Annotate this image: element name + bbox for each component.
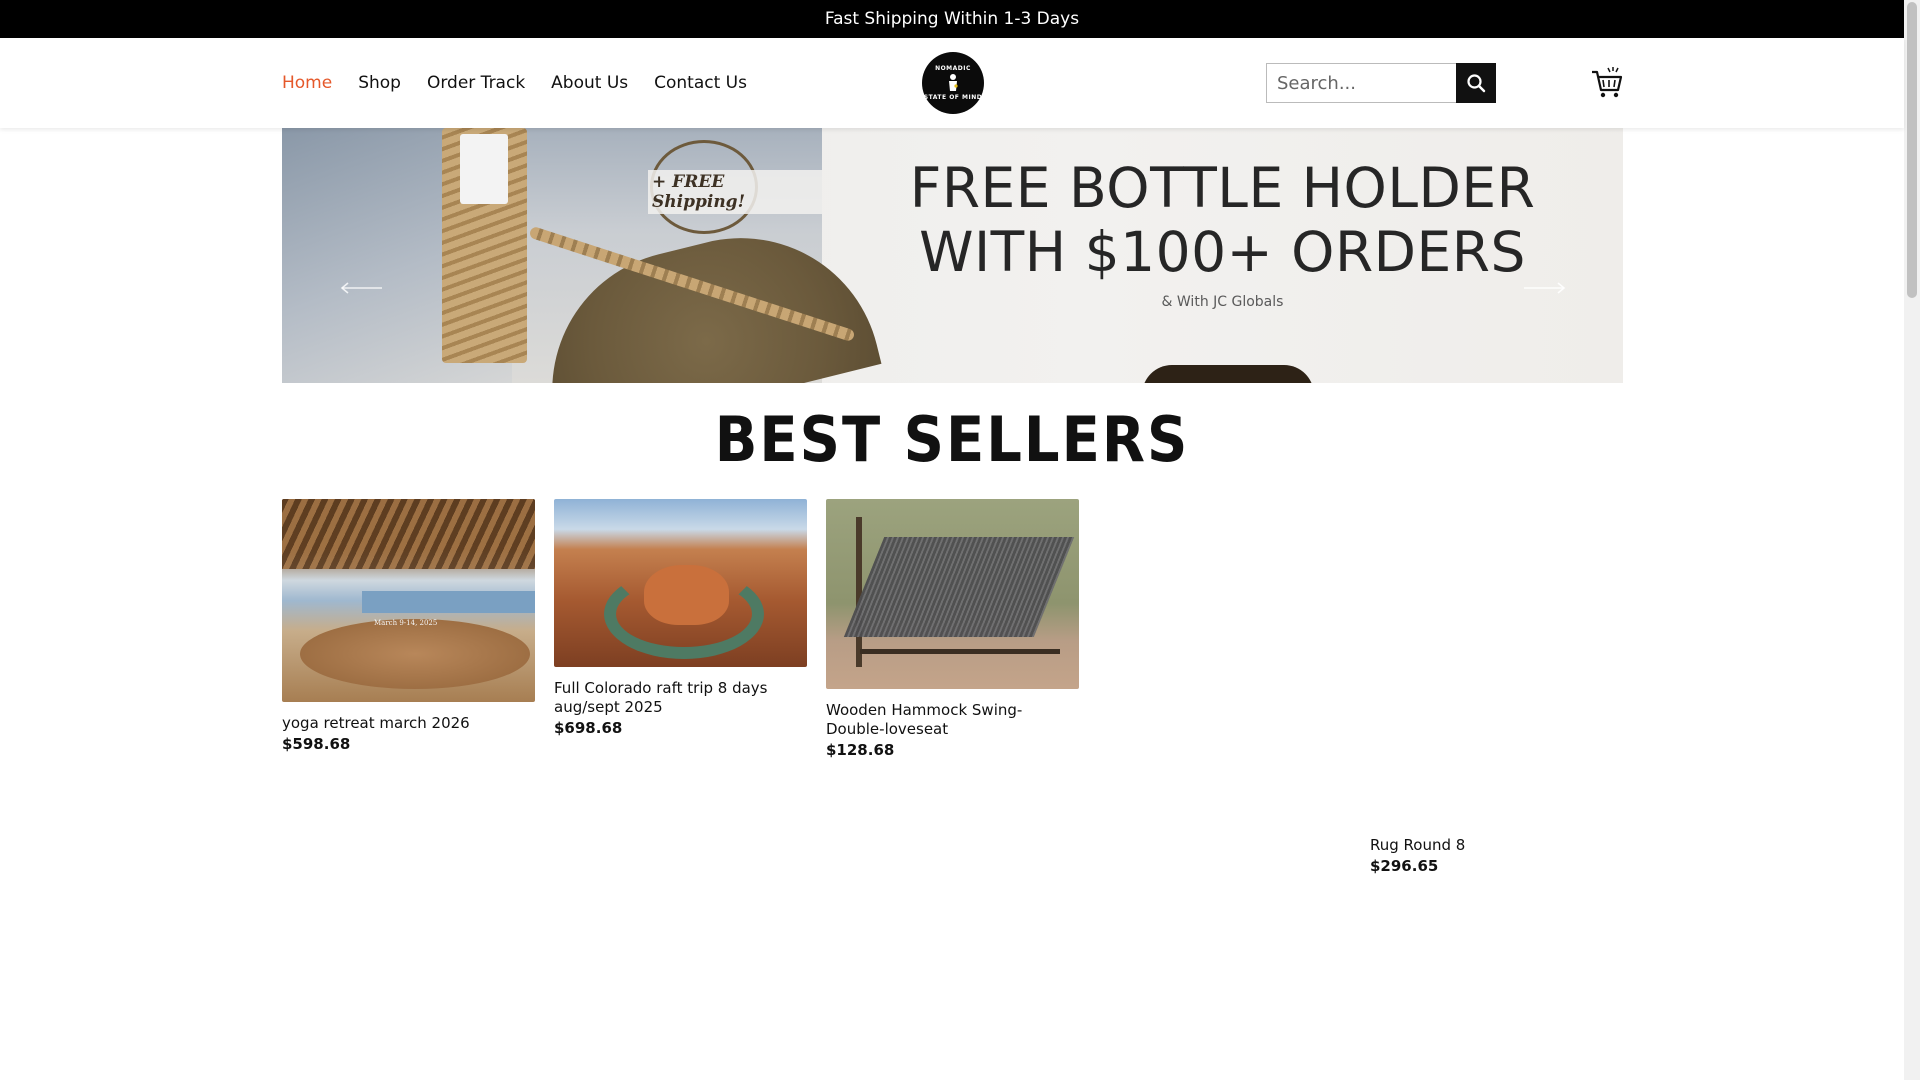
logo-bottom-text: STATE OF MIND: [923, 94, 983, 101]
banner-headline-line2: WITH $100+ ORDERS: [919, 220, 1526, 284]
main-nav: Home Shop Order Track About Us Contact U…: [282, 38, 747, 128]
site-header: Home Shop Order Track About Us Contact U…: [0, 38, 1904, 128]
product-price: $698.68: [554, 719, 623, 737]
announcement-bar: Fast Shipping Within 1-3 Days: [0, 0, 1904, 38]
product-name[interactable]: Wooden Hammock Swing- Double-loveseat: [826, 701, 1079, 739]
banner-photo: + FREE Shipping!: [282, 128, 882, 383]
nav-order-track[interactable]: Order Track: [427, 73, 525, 93]
product-price: $296.65: [1370, 857, 1439, 875]
product-name[interactable]: Full Colorado raft trip 8 days aug/sept …: [554, 679, 807, 717]
search-form: [1266, 63, 1496, 103]
product-name[interactable]: Rug Round 8: [1370, 836, 1623, 855]
product-image-caption: March 9-14, 2025: [374, 619, 438, 627]
product-card-colorado[interactable]: Full Colorado raft trip 8 days aug/sept …: [554, 499, 807, 737]
cart-icon[interactable]: [1590, 66, 1624, 100]
nav-about-us[interactable]: About Us: [551, 73, 628, 93]
banner-headline: FREE BOTTLE HOLDER WITH $100+ ORDERS: [822, 156, 1623, 284]
site-logo[interactable]: NOMADIC STATE OF MIND: [922, 52, 984, 114]
promo-banner[interactable]: + FREE Shipping! FREE BOTTLE HOLDER WITH…: [282, 128, 1623, 383]
banner-bottle-holder: [442, 128, 527, 363]
banner-stamp-text: + FREE Shipping!: [648, 170, 822, 214]
page-scrollbar[interactable]: [1904, 0, 1920, 1080]
scrollbar-thumb[interactable]: [1907, 2, 1917, 298]
nav-contact-us[interactable]: Contact Us: [654, 73, 747, 93]
announcement-text: Fast Shipping Within 1-3 Days: [824, 9, 1080, 29]
product-price: $598.68: [282, 735, 351, 753]
nav-home[interactable]: Home: [282, 73, 332, 93]
nav-shop[interactable]: Shop: [358, 73, 401, 93]
best-sellers-heading: BEST SELLERS: [714, 404, 1190, 477]
product-image-colorado[interactable]: [554, 499, 807, 667]
product-name[interactable]: yoga retreat march 2026: [282, 714, 535, 733]
banner-headline-line1: FREE BOTTLE HOLDER: [909, 156, 1536, 220]
product-card-hammock[interactable]: Wooden Hammock Swing- Double-loveseat $1…: [826, 499, 1079, 759]
banner-subline: & With JC Globals: [1161, 294, 1284, 310]
search-input[interactable]: [1266, 63, 1456, 103]
arrow-right-icon[interactable]: [1522, 282, 1566, 294]
arrow-left-icon[interactable]: [340, 282, 384, 294]
logo-top-text: NOMADIC: [935, 65, 971, 72]
product-image-hammock[interactable]: [826, 499, 1079, 689]
product-card-rug[interactable]: Rug Round 8 $296.65: [1370, 836, 1623, 875]
logo-figure-icon: [949, 74, 958, 91]
banner-cta-button[interactable]: [1142, 365, 1314, 383]
search-icon: [1467, 74, 1486, 93]
product-price: $128.68: [826, 741, 895, 759]
product-image-yoga[interactable]: March 9-14, 2025: [282, 499, 535, 702]
search-button[interactable]: [1456, 63, 1496, 103]
product-card-yoga[interactable]: March 9-14, 2025 yoga retreat march 2026…: [282, 499, 535, 753]
